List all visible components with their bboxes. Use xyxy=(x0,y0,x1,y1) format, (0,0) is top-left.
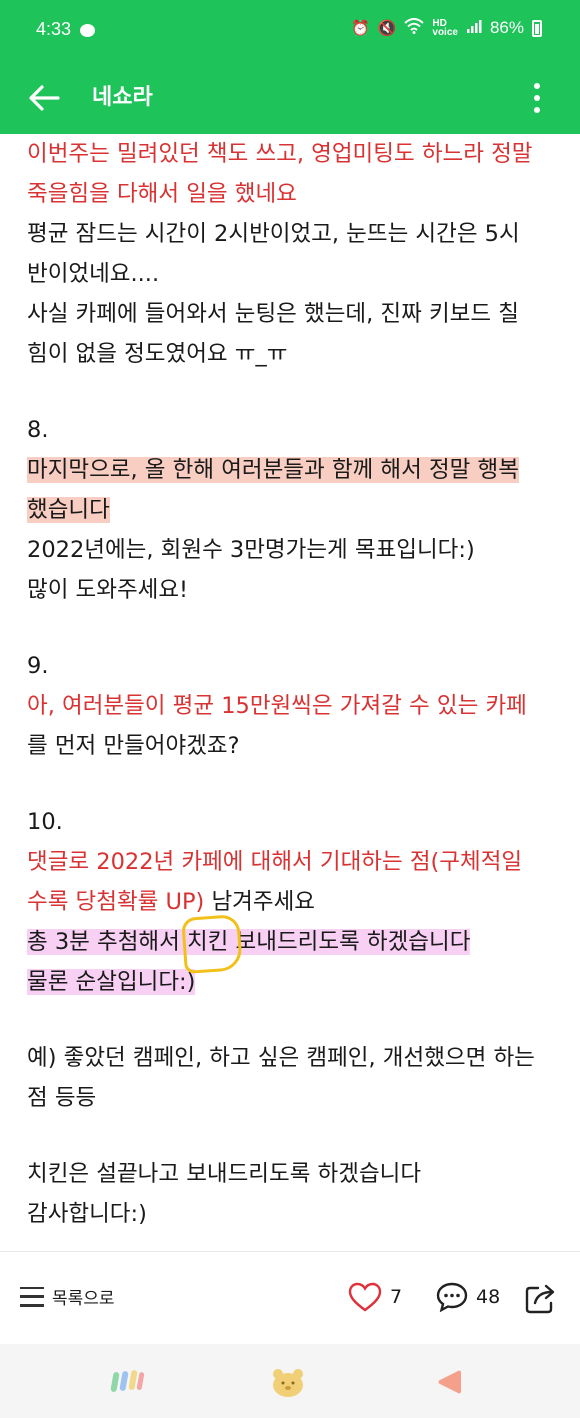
signal-icon xyxy=(466,18,482,38)
highlighted-text: 마지막으로, 올 한해 여러분들과 함께 해서 정말 행복 xyxy=(27,457,519,483)
bear-icon[interactable] xyxy=(271,1368,305,1402)
mute-icon: 🔇 xyxy=(377,20,397,37)
menu-icon xyxy=(20,1286,44,1307)
circled-word: 치킨 xyxy=(187,922,228,962)
highlighted-text: 했습니다 xyxy=(27,497,110,523)
post-line: 점 등등 xyxy=(27,1085,97,1111)
red-text: 수록 당첨확률 UP) xyxy=(27,889,205,915)
post-line: 아, 여러분들이 평균 15만원씩은 가져갈 수 있는 카페 xyxy=(27,693,527,719)
hd-voice-icon: HD voice xyxy=(432,18,458,38)
post-line: 힘이 없을 정도였어요 ㅠ_ㅠ xyxy=(27,341,288,367)
post-line: 이번주는 밀려있던 책도 쓰고, 영업미팅도 하느라 정말 xyxy=(27,141,533,167)
like-count: 7 xyxy=(390,1286,403,1308)
highlighted-text: 물론 순살입니다:) xyxy=(27,969,196,995)
wifi-icon xyxy=(404,18,425,38)
post-line: 죽을힘을 다해서 일을 했네요 xyxy=(27,181,297,207)
like-button[interactable]: 7 xyxy=(348,1282,402,1312)
comment-icon xyxy=(436,1282,468,1312)
back-to-list-button[interactable]: 목록으로 xyxy=(20,1284,115,1309)
back-button[interactable] xyxy=(22,76,66,120)
app-bar: 네쇼라 xyxy=(0,62,580,134)
post-line: 2022년에는, 회원수 3만명가는게 목표입니다:) xyxy=(27,537,475,563)
post-line-mixed: 수록 당첨확률 UP) 남겨주세요 xyxy=(27,882,557,922)
highlighted-text: 보내드리도록 하겠습니다 xyxy=(228,929,471,955)
post-content: 이번주는 밀려있던 책도 쓰고, 영업미팅도 하느라 정말 죽을힘을 다해서 일… xyxy=(27,134,557,1234)
comment-count: 48 xyxy=(476,1286,501,1308)
post-line-circled: 총 3분 추첨해서 치킨 보내드리도록 하겠습니다 xyxy=(27,922,557,962)
comment-button[interactable]: 48 xyxy=(436,1282,500,1312)
post-line: 감사합니다:) xyxy=(27,1201,147,1227)
more-vertical-icon xyxy=(534,83,540,89)
post-line: 예) 좋았던 캠페인, 하고 싶은 캠페인, 개선했으면 하는 xyxy=(27,1045,535,1071)
post-line: 사실 카페에 들어와서 눈팅은 했는데, 진짜 키보드 칠 xyxy=(27,301,519,327)
notification-dot-icon xyxy=(80,24,95,37)
post-line: 를 먼저 만들어야겠죠? xyxy=(27,733,240,759)
status-time: 4:33 xyxy=(36,19,72,39)
back-triangle-icon[interactable] xyxy=(436,1368,462,1400)
section-number: 8. xyxy=(27,417,49,443)
post-line: 많이 도와주세요! xyxy=(27,577,189,603)
post-line: 댓글로 2022년 카페에 대해서 기대하는 점(구체적일 xyxy=(27,849,523,875)
post-line: 반이었네요.... xyxy=(27,261,160,287)
alarm-icon: ⏰ xyxy=(351,20,370,37)
cafe-title: 네쇼라 xyxy=(92,85,153,110)
normal-text: 남겨주세요 xyxy=(204,889,315,915)
share-button[interactable] xyxy=(524,1282,558,1318)
section-number: 9. xyxy=(27,653,49,679)
status-bar: 4:33 ⏰ 🔇 HD voice 86% xyxy=(0,0,580,62)
post-action-bar: 목록으로 7 48 xyxy=(0,1252,580,1344)
battery-percent: 86% xyxy=(489,18,524,37)
back-to-list-label: 목록으로 xyxy=(52,1289,115,1309)
more-options-button[interactable] xyxy=(522,76,552,120)
section-number: 10. xyxy=(27,809,63,835)
status-icons: ⏰ 🔇 HD voice 86% xyxy=(351,18,542,38)
tab-logo-icon[interactable] xyxy=(110,1368,145,1398)
highlighted-text: 총 3분 추첨해서 xyxy=(27,929,187,955)
arrow-left-icon xyxy=(29,85,60,111)
heart-icon xyxy=(348,1282,382,1312)
bottom-nav-bar xyxy=(0,1344,580,1418)
share-icon xyxy=(525,1284,555,1314)
battery-icon xyxy=(532,19,542,37)
post-line: 치킨은 설끝나고 보내드리도록 하겠습니다 xyxy=(27,1161,422,1187)
post-line: 평균 잠드는 시간이 2시반이었고, 눈뜨는 시간은 5시 xyxy=(27,221,520,247)
